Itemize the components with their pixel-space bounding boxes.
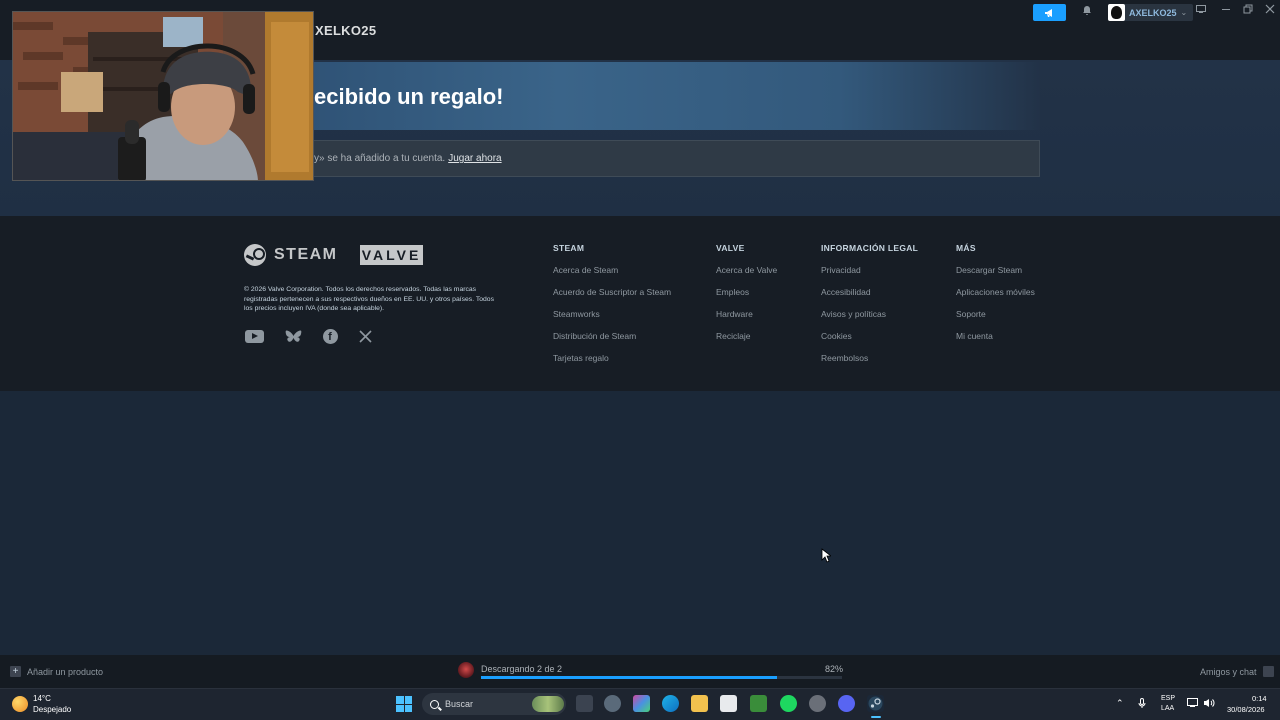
steam-logo-icon <box>244 244 266 266</box>
friends-chat-label: Amigos y chat <box>1200 666 1257 677</box>
footer-column-title: VALVE <box>716 243 745 253</box>
close-icon[interactable] <box>1263 4 1277 18</box>
gift-message-text: y» se ha añadido a tu cuenta. <box>314 153 446 164</box>
microphone-icon[interactable] <box>1138 698 1146 711</box>
play-now-link[interactable]: Jugar ahora <box>448 153 501 164</box>
spotify-icon[interactable] <box>780 695 797 712</box>
input-layout[interactable]: LAA <box>1161 705 1174 712</box>
chevron-up-icon[interactable]: ⌃ <box>1116 698 1124 709</box>
windows-start-icon[interactable] <box>396 696 412 712</box>
edge-browser-icon[interactable] <box>662 695 679 712</box>
download-game-icon <box>458 662 474 678</box>
download-progress-fill <box>481 676 778 679</box>
megaphone-icon <box>1044 8 1052 17</box>
download-progress-bar[interactable] <box>481 676 842 679</box>
gift-title: ecibido un regalo! <box>314 84 504 109</box>
active-app-indicator <box>871 716 881 718</box>
valve-logo[interactable]: VALVE <box>360 245 423 265</box>
youtube-icon[interactable] <box>244 329 264 344</box>
clock-time[interactable]: 0:14 <box>1252 694 1267 703</box>
footer-column-legal: INFORMACIÓN LEGAL Privacidad Accesibilid… <box>821 243 918 375</box>
footer-column-title: INFORMACIÓN LEGAL <box>821 243 919 253</box>
footer-column-steam: STEAM Acerca de Steam Acuerdo de Suscrip… <box>553 243 671 375</box>
add-product-button[interactable]: + Añadir un producto <box>10 666 103 677</box>
footer-link[interactable]: Reembolsos <box>821 353 918 375</box>
restore-icon[interactable] <box>1241 4 1255 18</box>
weather-description: Despejado <box>33 705 72 714</box>
steam-logo[interactable]: STEAM <box>244 244 338 266</box>
footer-link[interactable]: Distribución de Steam <box>553 331 671 353</box>
weather-temperature: 14°C <box>33 694 51 703</box>
footer-link[interactable]: Cookies <box>821 331 918 353</box>
mouse-cursor-icon <box>821 548 831 563</box>
footer-link[interactable]: Privacidad <box>821 265 918 287</box>
announcements-button[interactable] <box>1033 4 1066 21</box>
discord-icon[interactable] <box>838 695 855 712</box>
footer-link[interactable]: Steamworks <box>553 309 671 331</box>
user-menu[interactable]: AXELKO25 ⌄ <box>1108 4 1194 21</box>
plus-icon: + <box>10 666 21 677</box>
footer-link[interactable]: Descargar Steam <box>956 265 1035 287</box>
x-icon[interactable] <box>355 329 375 344</box>
avatar <box>1108 4 1125 21</box>
network-icon[interactable] <box>1187 698 1198 710</box>
search-label: Buscar <box>445 699 474 709</box>
webcam-overlay <box>12 11 314 181</box>
microsoft-store-icon[interactable] <box>720 695 737 712</box>
chat-icon <box>1262 666 1274 677</box>
input-language[interactable]: ESP <box>1161 695 1175 702</box>
footer-link[interactable]: Accesibilidad <box>821 287 918 309</box>
footer-link[interactable]: Mi cuenta <box>956 331 1035 353</box>
footer-link[interactable]: Acuerdo de Suscriptor a Steam <box>553 287 671 309</box>
copilot-icon[interactable] <box>633 695 650 712</box>
footer-link[interactable]: Aplicaciones móviles <box>956 287 1035 309</box>
footer-column-title: STEAM <box>553 243 585 253</box>
app-icon[interactable] <box>809 695 826 712</box>
steam-wordmark: STEAM <box>274 246 338 263</box>
footer-column-title: MÁS <box>956 243 976 253</box>
page-heading: XELKO25 <box>315 23 377 38</box>
download-percent: 82% <box>825 664 844 674</box>
user-name: AXELKO25 <box>1129 7 1177 18</box>
steam-status-bar <box>0 655 1280 688</box>
clock-date[interactable]: 30/08/2026 <box>1227 705 1265 714</box>
minimize-icon[interactable] <box>1219 4 1233 18</box>
minecraft-icon[interactable] <box>750 695 767 712</box>
footer-link[interactable]: Empleos <box>716 287 777 309</box>
friends-chat-button[interactable]: Amigos y chat <box>1200 666 1274 677</box>
footer-link[interactable]: Avisos y políticas <box>821 309 918 331</box>
task-view-icon[interactable] <box>576 695 593 712</box>
footer-column-valve: VALVE Acerca de Valve Empleos Hardware R… <box>716 243 777 353</box>
search-highlight-image <box>532 696 564 712</box>
search-icon <box>430 699 439 709</box>
download-status[interactable]: Descargando 2 de 2 <box>481 664 562 674</box>
footer-link[interactable]: Acerca de Steam <box>553 265 671 287</box>
notifications-bell-icon[interactable] <box>1080 5 1094 19</box>
footer-link[interactable]: Hardware <box>716 309 777 331</box>
steam-taskbar-icon[interactable] <box>867 695 884 712</box>
footer-link[interactable]: Reciclaje <box>716 331 777 353</box>
footer-column-more: MÁS Descargar Steam Aplicaciones móviles… <box>956 243 1035 353</box>
file-explorer-icon[interactable] <box>691 695 708 712</box>
chevron-down-icon: ⌄ <box>1180 8 1188 17</box>
add-product-label: Añadir un producto <box>27 666 104 677</box>
gift-message: y» se ha añadido a tu cuenta. Jugar ahora <box>314 153 502 164</box>
copyright-notice: © 2026 Valve Corporation. Todos los dere… <box>244 286 494 312</box>
footer-link[interactable]: Tarjetas regalo <box>553 353 671 375</box>
bluesky-icon[interactable] <box>283 329 303 344</box>
facebook-icon[interactable]: f <box>320 329 340 344</box>
footer-link[interactable]: Acerca de Valve <box>716 265 777 287</box>
footer-link[interactable]: Soporte <box>956 309 1035 331</box>
settings-gear-icon[interactable] <box>604 695 621 712</box>
volume-icon[interactable] <box>1203 698 1215 710</box>
big-picture-icon[interactable] <box>1194 4 1208 18</box>
weather-moon-icon[interactable] <box>12 696 28 712</box>
